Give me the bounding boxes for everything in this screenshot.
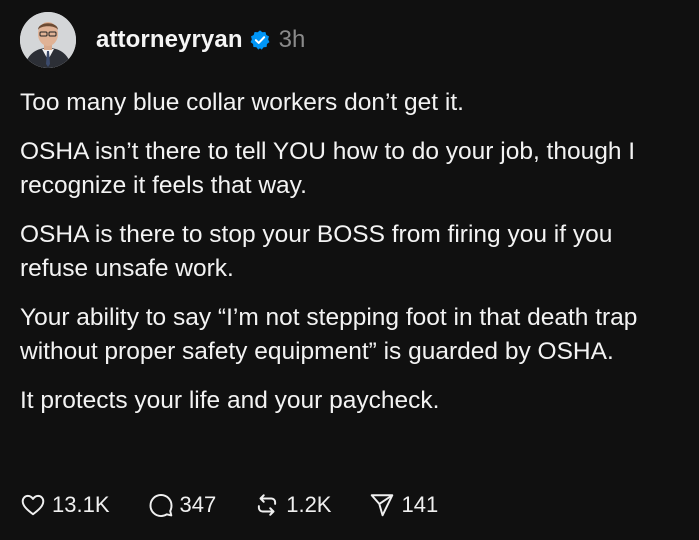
username[interactable]: attorneyryan bbox=[96, 26, 243, 54]
post-paragraph: Your ability to say “I’m not stepping fo… bbox=[20, 303, 638, 366]
share-button[interactable]: 141 bbox=[369, 492, 438, 518]
post-header: attorneyryan 3h bbox=[20, 12, 305, 68]
reply-count: 347 bbox=[179, 492, 217, 517]
post-paragraph: Too many blue collar workers don’t get i… bbox=[20, 89, 464, 116]
verified-badge-icon bbox=[250, 30, 270, 50]
heart-icon bbox=[21, 494, 45, 516]
like-button[interactable]: 13.1K bbox=[20, 492, 110, 518]
repost-count: 1.2K bbox=[286, 492, 332, 517]
post-paragraph: OSHA isn’t there to tell YOU how to do y… bbox=[20, 137, 636, 200]
like-count: 13.1K bbox=[52, 492, 110, 517]
share-icon bbox=[371, 494, 394, 517]
avatar-image bbox=[20, 12, 76, 68]
comment-icon bbox=[149, 494, 172, 518]
avatar[interactable] bbox=[20, 12, 76, 68]
repost-icon bbox=[258, 494, 277, 516]
post-actions: 13.1K 347 1.2K 141 bbox=[20, 492, 476, 518]
repost-button[interactable]: 1.2K bbox=[254, 492, 331, 518]
post-body: Too many blue collar workers don’t get i… bbox=[20, 86, 685, 432]
post-timestamp: 3h bbox=[278, 26, 306, 53]
reply-button[interactable]: 347 bbox=[148, 492, 217, 518]
post-paragraph: OSHA is there to stop your BOSS from fir… bbox=[20, 220, 613, 283]
post-paragraph: It protects your life and your paycheck. bbox=[20, 386, 440, 414]
share-count: 141 bbox=[401, 492, 439, 517]
